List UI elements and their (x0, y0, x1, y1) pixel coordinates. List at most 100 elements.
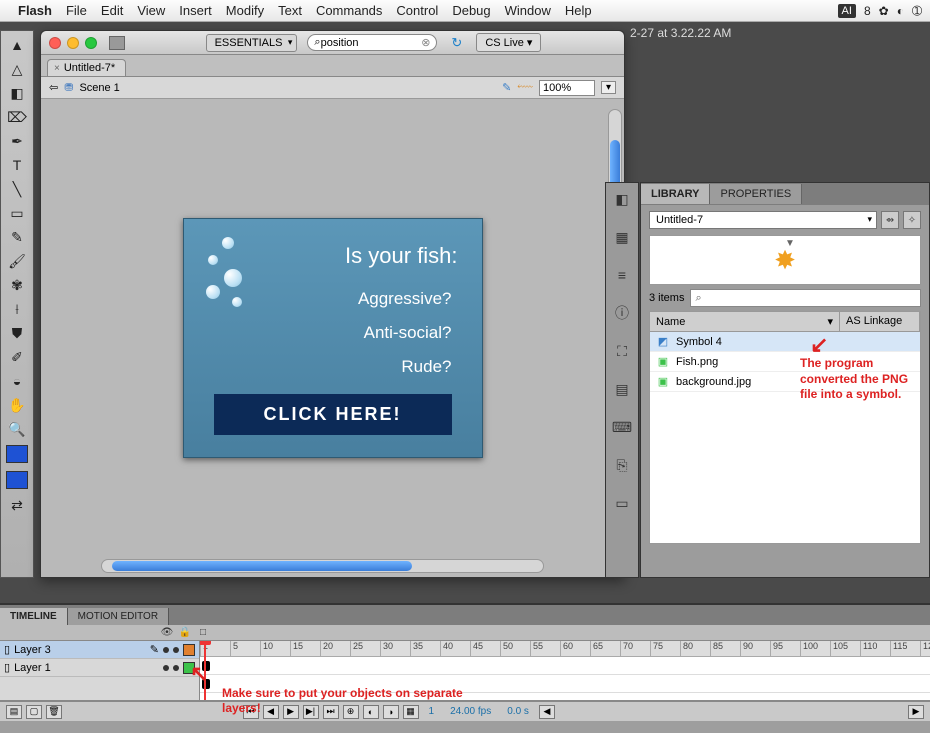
layer-lock-dot[interactable] (173, 665, 179, 671)
menu-debug[interactable]: Debug (452, 3, 490, 18)
tool-swap-colors[interactable]: ⇄ (3, 495, 31, 515)
scene-back-icon[interactable]: ⇦ (49, 81, 58, 94)
tool-hand[interactable]: ✋ (3, 395, 31, 415)
stroke-color-swatch[interactable] (6, 445, 28, 463)
flyout-code-icon[interactable]: ⌨ (611, 417, 633, 437)
doc-tab[interactable]: × Untitled-7* (47, 59, 126, 76)
new-library-icon[interactable]: ✧ (903, 211, 921, 229)
tool-text[interactable]: T (3, 155, 31, 175)
flyout-transform-icon[interactable]: ⛶ (611, 341, 633, 361)
menu-insert[interactable]: Insert (179, 3, 212, 18)
h-scroll-thumb[interactable] (112, 561, 412, 571)
flyout-color-icon[interactable]: ◧ (611, 189, 633, 209)
menu-modify[interactable]: Modify (226, 3, 264, 18)
layer-lock-dot[interactable] (173, 647, 179, 653)
tab-properties[interactable]: PROPERTIES (710, 184, 802, 204)
zoom-dropdown[interactable]: ▾ (601, 81, 616, 94)
tool-select[interactable]: ▲ (3, 35, 31, 55)
library-item[interactable]: ◩ Symbol 4 (650, 332, 920, 352)
edit-symbols-icon[interactable]: ⬳ (517, 81, 533, 94)
tool-zoom[interactable]: 🔍 (3, 419, 31, 439)
tool-brush[interactable]: 🖌 (3, 251, 31, 271)
titlebar[interactable]: ESSENTIALS ⌕ ⊗ ↻ CS Live ▾ (41, 31, 624, 55)
scene-name[interactable]: Scene 1 (79, 82, 119, 94)
layer-color-swatch[interactable] (183, 644, 195, 656)
library-search-input[interactable] (704, 290, 916, 306)
tool-free-transform[interactable]: ◧ (3, 83, 31, 103)
tool-deco[interactable]: ✾ (3, 275, 31, 295)
workspace-dropdown[interactable]: ESSENTIALS (206, 34, 298, 52)
tool-lasso[interactable]: ⌦ (3, 107, 31, 127)
lock-column-icon[interactable]: 🔒 (178, 627, 192, 638)
annotation-library: The program converted the PNG file into … (800, 356, 920, 403)
pin-library-icon[interactable]: ⇴ (881, 211, 899, 229)
tool-eraser[interactable]: ◒ (3, 371, 31, 391)
eye-column-icon[interactable]: 👁 (160, 627, 174, 638)
layer-row[interactable]: ▯ Layer 1 (0, 659, 199, 677)
menu-help[interactable]: Help (565, 3, 592, 18)
flyout-align-icon[interactable]: ≡ (611, 265, 633, 285)
timeline-panel: TIMELINE MOTION EDITOR 👁 🔒 □ ▯ Layer 3 ✎… (0, 603, 930, 733)
tool-pen[interactable]: ✒ (3, 131, 31, 151)
zoom-button[interactable] (85, 37, 97, 49)
banner-ad[interactable]: Is your fish: Aggressive? Anti-social? R… (183, 218, 483, 458)
tool-rect[interactable]: ▭ (3, 203, 31, 223)
layer-visible-dot[interactable] (163, 665, 169, 671)
menu-edit[interactable]: Edit (101, 3, 123, 18)
zoom-input[interactable] (539, 80, 595, 96)
menu-file[interactable]: File (66, 3, 87, 18)
outline-column-icon[interactable]: □ (196, 627, 210, 638)
flyout-info-icon[interactable]: ⓘ (611, 303, 633, 323)
minimize-button[interactable] (67, 37, 79, 49)
menu-view[interactable]: View (137, 3, 165, 18)
tab-library[interactable]: LIBRARY (641, 184, 710, 204)
cs-live-dropdown[interactable]: CS Live ▾ (476, 33, 541, 52)
flyout-strings-icon[interactable]: ▭ (611, 493, 633, 513)
tab-close-icon[interactable]: × (54, 63, 60, 74)
new-layer-button[interactable]: ▤ (6, 705, 22, 719)
tool-paint-bucket[interactable]: ⛊ (3, 323, 31, 343)
stage[interactable]: Is your fish: Aggressive? Anti-social? R… (41, 99, 624, 577)
clear-search-icon[interactable]: ⊗ (421, 36, 430, 49)
frame-ruler[interactable]: 1510152025303540455055606570758085909510… (200, 641, 930, 657)
timeline-scroll-right[interactable]: ▶ (908, 705, 924, 719)
edit-scene-icon[interactable]: ✎ (502, 81, 511, 94)
menu-window[interactable]: Window (505, 3, 551, 18)
tool-bone[interactable]: ⟊ (3, 299, 31, 319)
col-name[interactable]: Name▾ (650, 312, 840, 331)
tab-motion-editor[interactable]: MOTION EDITOR (68, 608, 169, 625)
col-linkage[interactable]: AS Linkage (840, 312, 920, 331)
layer-visible-dot[interactable] (163, 647, 169, 653)
flash-doc-icon (109, 36, 125, 50)
delete-layer-button[interactable]: 🗑 (46, 705, 62, 719)
menu-extra-1-icon[interactable]: ✿ (879, 4, 889, 18)
tool-pencil[interactable]: ✎ (3, 227, 31, 247)
sort-icon[interactable]: ▾ (827, 315, 833, 328)
tool-ink[interactable]: ✐ (3, 347, 31, 367)
menu-extra-2-icon[interactable]: ◐ (897, 4, 904, 18)
frame-row[interactable] (200, 657, 930, 675)
new-folder-button[interactable]: ▢ (26, 705, 42, 719)
library-doc-dropdown[interactable]: Untitled-7 (649, 211, 877, 229)
menu-text[interactable]: Text (278, 3, 302, 18)
refresh-icon[interactable]: ↻ (451, 35, 462, 51)
ruler-tick: 15 (290, 641, 303, 656)
tool-subselect[interactable]: △ (3, 59, 31, 79)
tool-line[interactable]: ╲ (3, 179, 31, 199)
banner-cta-button[interactable]: CLICK HERE! (214, 394, 452, 435)
layer-row[interactable]: ▯ Layer 3 ✎ (0, 641, 199, 659)
horizontal-scrollbar[interactable] (101, 559, 544, 573)
flyout-library-icon[interactable]: ▤ (611, 379, 633, 399)
timeline-scroll-left[interactable]: ◀ (539, 705, 555, 719)
close-button[interactable] (49, 37, 61, 49)
menu-commands[interactable]: Commands (316, 3, 382, 18)
menu-extra-3-icon[interactable]: ➀ (912, 4, 922, 18)
flyout-project-icon[interactable]: ⎘ (611, 455, 633, 475)
flyout-swatches-icon[interactable]: ▦ (611, 227, 633, 247)
menu-control[interactable]: Control (396, 3, 438, 18)
search-box[interactable]: ⌕ ⊗ (307, 34, 437, 51)
search-input[interactable] (321, 37, 401, 49)
tab-timeline[interactable]: TIMELINE (0, 608, 68, 625)
menubar-app[interactable]: Flash (18, 3, 52, 18)
fill-color-swatch[interactable] (6, 471, 28, 489)
